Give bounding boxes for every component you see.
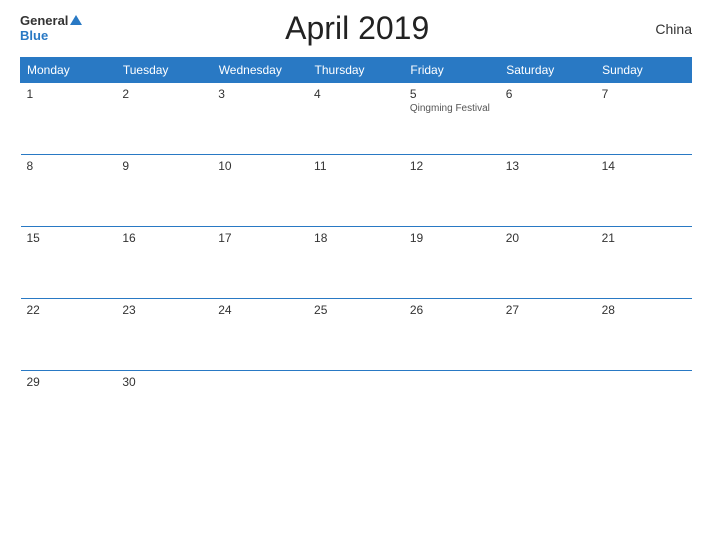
week-row-4: 22 23 24 25 26 27 28 (21, 299, 692, 371)
day-cell: 11 (308, 155, 404, 227)
week-row-3: 15 16 17 18 19 20 21 (21, 227, 692, 299)
day-cell: 25 (308, 299, 404, 371)
day-cell (596, 371, 692, 443)
day-cell: 22 (21, 299, 117, 371)
col-header-tuesday: Tuesday (116, 58, 212, 83)
day-number: 27 (506, 303, 590, 317)
day-cell: 3 (212, 83, 308, 155)
event-label: Qingming Festival (410, 103, 494, 114)
country-label: China (632, 21, 692, 37)
day-cell: 5 Qingming Festival (404, 83, 500, 155)
day-cell (404, 371, 500, 443)
col-header-friday: Friday (404, 58, 500, 83)
day-cell: 29 (21, 371, 117, 443)
day-cell: 26 (404, 299, 500, 371)
day-number: 7 (602, 87, 686, 101)
day-cell: 7 (596, 83, 692, 155)
day-number: 16 (122, 231, 206, 245)
day-cell: 4 (308, 83, 404, 155)
day-number: 5 (410, 87, 494, 101)
day-cell: 30 (116, 371, 212, 443)
day-number: 23 (122, 303, 206, 317)
day-number: 28 (602, 303, 686, 317)
day-cell (212, 371, 308, 443)
day-number: 4 (314, 87, 398, 101)
day-number: 13 (506, 159, 590, 173)
col-header-monday: Monday (21, 58, 117, 83)
day-cell: 24 (212, 299, 308, 371)
page: General Blue April 2019 China MondayTues… (0, 0, 712, 550)
day-cell: 12 (404, 155, 500, 227)
day-number: 30 (122, 375, 206, 389)
col-header-saturday: Saturday (500, 58, 596, 83)
day-number: 25 (314, 303, 398, 317)
col-header-wednesday: Wednesday (212, 58, 308, 83)
header: General Blue April 2019 China (20, 10, 692, 47)
day-number: 3 (218, 87, 302, 101)
day-cell: 28 (596, 299, 692, 371)
day-cell: 16 (116, 227, 212, 299)
col-header-sunday: Sunday (596, 58, 692, 83)
day-cell (308, 371, 404, 443)
day-number: 12 (410, 159, 494, 173)
day-cell: 20 (500, 227, 596, 299)
day-number: 11 (314, 159, 398, 173)
day-number: 24 (218, 303, 302, 317)
col-header-thursday: Thursday (308, 58, 404, 83)
day-number: 22 (27, 303, 111, 317)
day-number: 18 (314, 231, 398, 245)
logo-triangle-icon (70, 15, 82, 25)
day-number: 1 (27, 87, 111, 101)
day-cell: 2 (116, 83, 212, 155)
day-cell: 27 (500, 299, 596, 371)
day-cell: 19 (404, 227, 500, 299)
day-cell (500, 371, 596, 443)
day-number: 10 (218, 159, 302, 173)
week-row-5: 29 30 (21, 371, 692, 443)
day-cell: 6 (500, 83, 596, 155)
calendar-header-row: MondayTuesdayWednesdayThursdayFridaySatu… (21, 58, 692, 83)
day-number: 19 (410, 231, 494, 245)
day-cell: 21 (596, 227, 692, 299)
day-number: 29 (27, 375, 111, 389)
day-cell: 18 (308, 227, 404, 299)
day-cell: 1 (21, 83, 117, 155)
day-number: 8 (27, 159, 111, 173)
day-number: 17 (218, 231, 302, 245)
day-cell: 9 (116, 155, 212, 227)
day-number: 26 (410, 303, 494, 317)
day-number: 20 (506, 231, 590, 245)
day-cell: 14 (596, 155, 692, 227)
calendar-title: April 2019 (82, 10, 632, 47)
day-cell: 23 (116, 299, 212, 371)
day-number: 14 (602, 159, 686, 173)
day-cell: 13 (500, 155, 596, 227)
day-number: 21 (602, 231, 686, 245)
day-cell: 10 (212, 155, 308, 227)
day-number: 2 (122, 87, 206, 101)
logo-blue-text: Blue (20, 29, 48, 43)
week-row-2: 89 10 11 12 13 14 (21, 155, 692, 227)
day-cell: 8 (21, 155, 117, 227)
day-number: 15 (27, 231, 111, 245)
day-cell: 17 (212, 227, 308, 299)
logo: General Blue (20, 14, 82, 43)
day-number: 9 (122, 159, 206, 173)
day-cell: 15 (21, 227, 117, 299)
logo-general-text: General (20, 14, 68, 28)
calendar-table: MondayTuesdayWednesdayThursdayFridaySatu… (20, 57, 692, 443)
day-number: 6 (506, 87, 590, 101)
week-row-1: 12345 Qingming Festival 67 (21, 83, 692, 155)
